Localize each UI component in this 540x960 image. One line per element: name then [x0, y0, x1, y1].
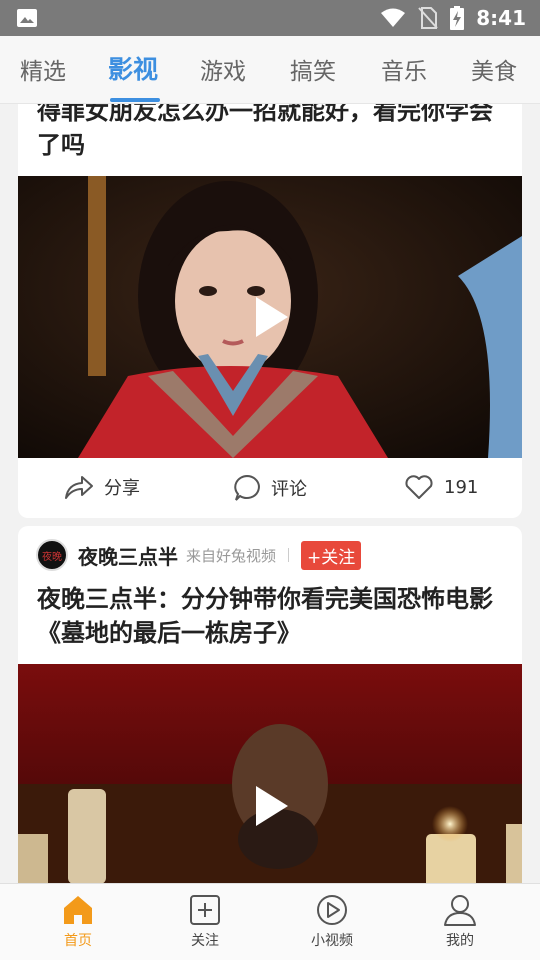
share-icon: [65, 476, 93, 499]
clock: 8:41: [476, 6, 526, 30]
avatar[interactable]: 夜晚: [36, 539, 68, 571]
video-title[interactable]: 夜晚三点半：分分钟带你看完美国恐怖电影《墓地的最后一栋房子》: [37, 582, 506, 650]
user-icon: [444, 895, 476, 926]
tab-gaoxiao[interactable]: 搞笑: [290, 52, 336, 86]
video-card[interactable]: 夜晚 夜晚三点半 来自好兔视频 +关注 夜晚三点半：分分钟带你看完美国恐怖电影《…: [18, 526, 522, 883]
author-name[interactable]: 夜晚三点半: [78, 541, 178, 570]
video-thumbnail[interactable]: [18, 176, 522, 458]
like-button[interactable]: 191: [404, 474, 478, 500]
video-thumbnail[interactable]: [18, 664, 522, 883]
nav-me[interactable]: 我的: [420, 894, 500, 950]
nav-me-label: 我的: [446, 933, 474, 949]
wifi-icon: [381, 8, 406, 27]
video-feed[interactable]: 得罪女朋友怎么办一招就能好，看完你学会了吗 分享 评论 191 夜晚 夜晚三点半…: [0, 104, 540, 883]
nav-short-video[interactable]: 小视频: [292, 894, 372, 950]
active-tab-indicator: [110, 98, 160, 102]
share-button[interactable]: 分享: [64, 474, 140, 500]
comment-button[interactable]: 评论: [233, 474, 307, 502]
nav-short-video-label: 小视频: [311, 933, 353, 949]
divider: [288, 548, 290, 562]
share-label: 分享: [104, 478, 140, 499]
heart-icon: [405, 475, 433, 499]
tab-yingshi[interactable]: 影视: [108, 50, 158, 86]
battery-charging-icon: [450, 6, 465, 30]
tab-meishi[interactable]: 美食: [471, 52, 517, 86]
bottom-navigation: 首页 关注 小视频 我的: [0, 883, 540, 960]
tab-yinyue[interactable]: 音乐: [381, 52, 427, 86]
tab-youxi[interactable]: 游戏: [200, 52, 246, 86]
author-row: 夜晚 夜晚三点半 来自好兔视频 +关注: [36, 539, 362, 571]
nav-follow-label: 关注: [191, 933, 219, 949]
no-sim-icon: [418, 7, 438, 29]
card-actions: 分享 评论 191: [18, 458, 522, 518]
video-title[interactable]: 得罪女朋友怎么办一招就能好，看完你学会了吗: [37, 104, 506, 162]
video-card[interactable]: 得罪女朋友怎么办一招就能好，看完你学会了吗 分享 评论 191: [18, 104, 522, 518]
play-icon[interactable]: [256, 297, 288, 337]
author-source: 来自好兔视频: [186, 546, 277, 565]
nav-home[interactable]: 首页: [38, 894, 118, 950]
thumbnail-image: [18, 664, 522, 883]
comment-icon: [234, 474, 260, 501]
tab-jingxuan[interactable]: 精选: [20, 52, 66, 86]
avatar-logo-text: 夜晚: [42, 551, 62, 563]
nav-follow[interactable]: 关注: [165, 894, 245, 950]
follow-button[interactable]: +关注: [301, 540, 362, 570]
comment-label: 评论: [271, 479, 307, 500]
play-icon[interactable]: [256, 786, 288, 826]
category-tabs: 精选 影视 游戏 搞笑 音乐 美食: [0, 36, 540, 104]
status-bar: 8:41: [0, 0, 540, 36]
home-icon: [64, 896, 92, 924]
plus-square-icon: [190, 895, 220, 925]
like-count: 191: [444, 476, 479, 498]
nav-home-label: 首页: [64, 933, 92, 949]
play-circle-icon: [317, 895, 347, 925]
image-notification-icon: [17, 9, 37, 27]
